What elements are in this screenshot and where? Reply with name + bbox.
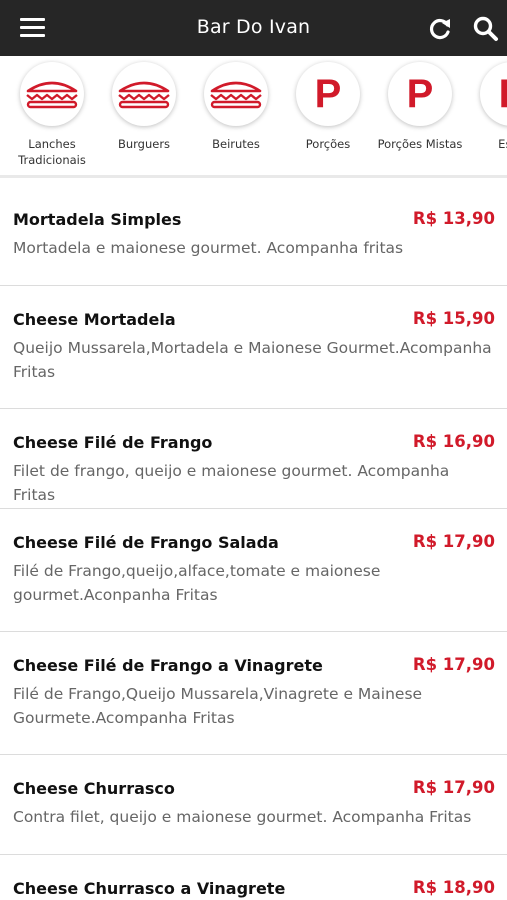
category-lanches-tradicionais[interactable]: Lanches Tradicionais [6, 62, 98, 168]
item-description: Mortadela e maionese gourmet. Acompanha … [13, 239, 404, 257]
category-porcoes-mistas[interactable]: P Porções Mistas [374, 62, 466, 152]
category-carousel[interactable]: Lanches Tradicionais Burguers Beirutes P… [0, 56, 507, 178]
menu-item[interactable]: Mortadela Simples R$ 13,90 Mortadela e m… [0, 186, 507, 286]
item-price: R$ 17,90 [412, 655, 495, 674]
item-price: R$ 18,90 [412, 878, 495, 897]
category-label: Porções [305, 137, 351, 151]
item-description: Contra filet, queijo e maionese gourmet.… [13, 808, 472, 826]
sandwich-icon [210, 81, 262, 109]
menu-item[interactable]: Cheese Churrasco R$ 17,90 Contra filet, … [0, 755, 507, 855]
item-description: Queijo Mussarela,Mortadela e Maionese Go… [13, 339, 492, 381]
item-description: Filet de frango, queijo e maionese gourm… [13, 462, 450, 504]
sandwich-icon [118, 81, 170, 109]
sandwich-icon [26, 81, 78, 109]
item-price: R$ 15,90 [412, 309, 495, 328]
category-circle: P [296, 62, 360, 126]
category-espe[interactable]: P Espe [466, 62, 507, 152]
letter-p-icon: P [499, 74, 507, 114]
category-label: Burguers [117, 137, 171, 151]
menu-item[interactable]: Cheese Filé de Frango Salada R$ 17,90 Fi… [0, 509, 507, 632]
letter-p-icon: P [406, 72, 434, 116]
menu-item[interactable]: Cheese Churrasco a Vinagrete R$ 18,90 [0, 855, 507, 900]
item-price: R$ 17,90 [412, 778, 495, 797]
category-porcoes[interactable]: P Porções [282, 62, 374, 152]
letter-p-icon: P [314, 72, 342, 116]
menu-item-list: Mortadela Simples R$ 13,90 Mortadela e m… [0, 186, 507, 900]
item-price: R$ 13,90 [412, 209, 495, 228]
category-beirutes[interactable]: Beirutes [190, 62, 282, 152]
search-button[interactable] [472, 15, 500, 43]
category-label: Lanches Tradicionais [18, 137, 86, 167]
item-price: R$ 16,90 [412, 432, 495, 451]
item-description: Filé de Frango,Queijo Mussarela,Vinagret… [13, 685, 423, 727]
menu-item[interactable]: Cheese Filé de Frango R$ 16,90 Filet de … [0, 409, 507, 509]
item-price: R$ 17,90 [412, 532, 495, 551]
category-burguers[interactable]: Burguers [98, 62, 190, 152]
menu-item[interactable]: Cheese Filé de Frango a Vinagrete R$ 17,… [0, 632, 507, 755]
category-circle [204, 62, 268, 126]
category-label: Beirutes [212, 137, 260, 151]
category-circle [20, 62, 84, 126]
category-circle: P [480, 62, 507, 126]
item-description: Filé de Frango,queijo,alface,tomate e ma… [13, 562, 381, 604]
category-circle: P [388, 62, 452, 126]
category-circle [112, 62, 176, 126]
search-icon [473, 16, 498, 41]
refresh-button[interactable] [427, 16, 453, 42]
app-header: Bar Do Ivan [0, 0, 507, 56]
category-label: Espe [498, 137, 507, 151]
category-label: Porções Mistas [377, 137, 463, 151]
refresh-icon [429, 18, 450, 40]
menu-item[interactable]: Cheese Mortadela R$ 15,90 Queijo Mussare… [0, 286, 507, 409]
